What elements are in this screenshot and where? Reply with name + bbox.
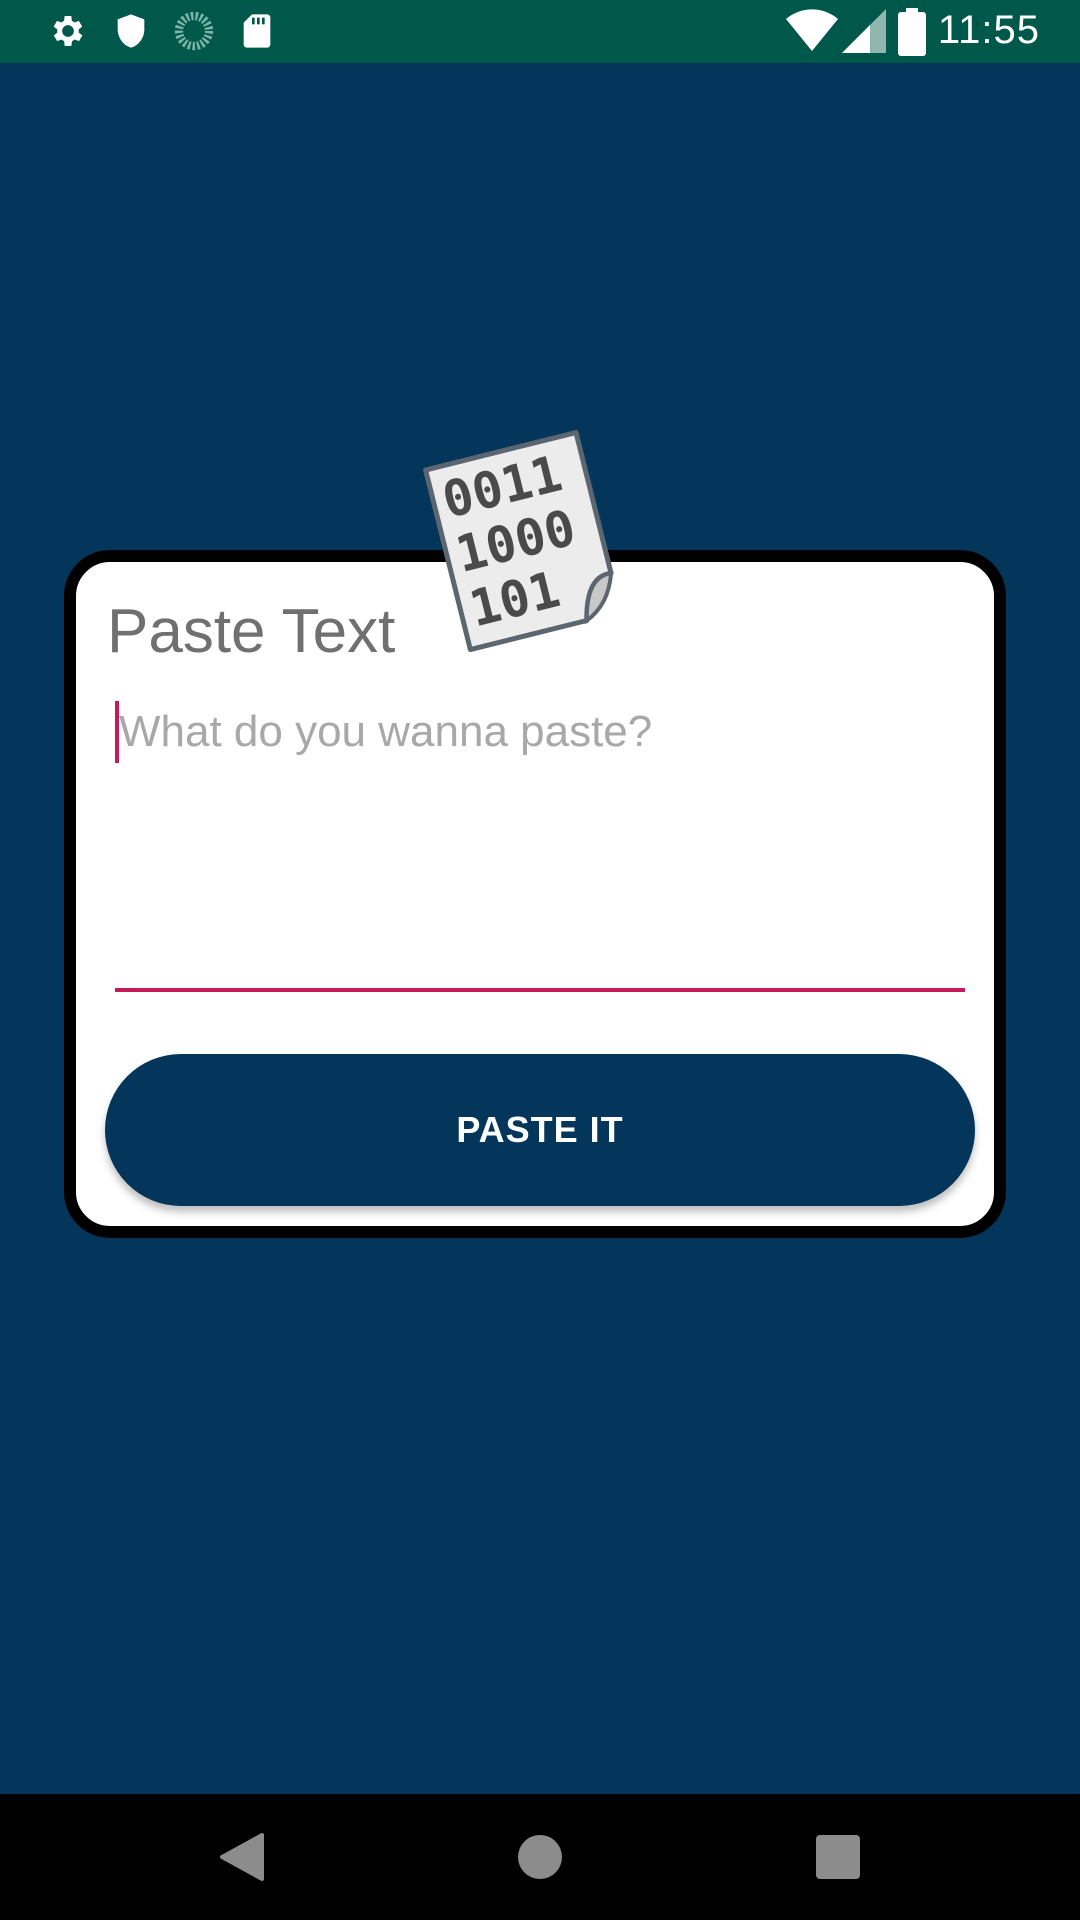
paste-it-button[interactable]: PASTE IT	[105, 1054, 975, 1206]
paste-text-input[interactable]: What do you wanna paste?	[115, 692, 965, 992]
navigation-bar	[0, 1794, 1080, 1920]
card-title: Paste Text	[107, 597, 396, 666]
binary-document-icon: 0011 1000 101	[423, 430, 614, 653]
wifi-icon	[786, 9, 838, 52]
shield-icon	[117, 14, 145, 48]
home-icon[interactable]	[512, 1829, 568, 1885]
gear-icon	[53, 16, 83, 46]
status-bar: 11:55	[0, 0, 1080, 63]
back-icon[interactable]	[214, 1829, 270, 1885]
sd-card-icon	[243, 14, 271, 48]
input-underline	[115, 988, 965, 992]
sync-icon	[174, 11, 214, 51]
clock: 11:55	[937, 8, 1040, 52]
battery-icon	[898, 8, 926, 56]
recents-icon[interactable]	[810, 1829, 866, 1885]
signal-icon	[842, 9, 886, 53]
input-placeholder: What do you wanna paste?	[119, 707, 653, 756]
